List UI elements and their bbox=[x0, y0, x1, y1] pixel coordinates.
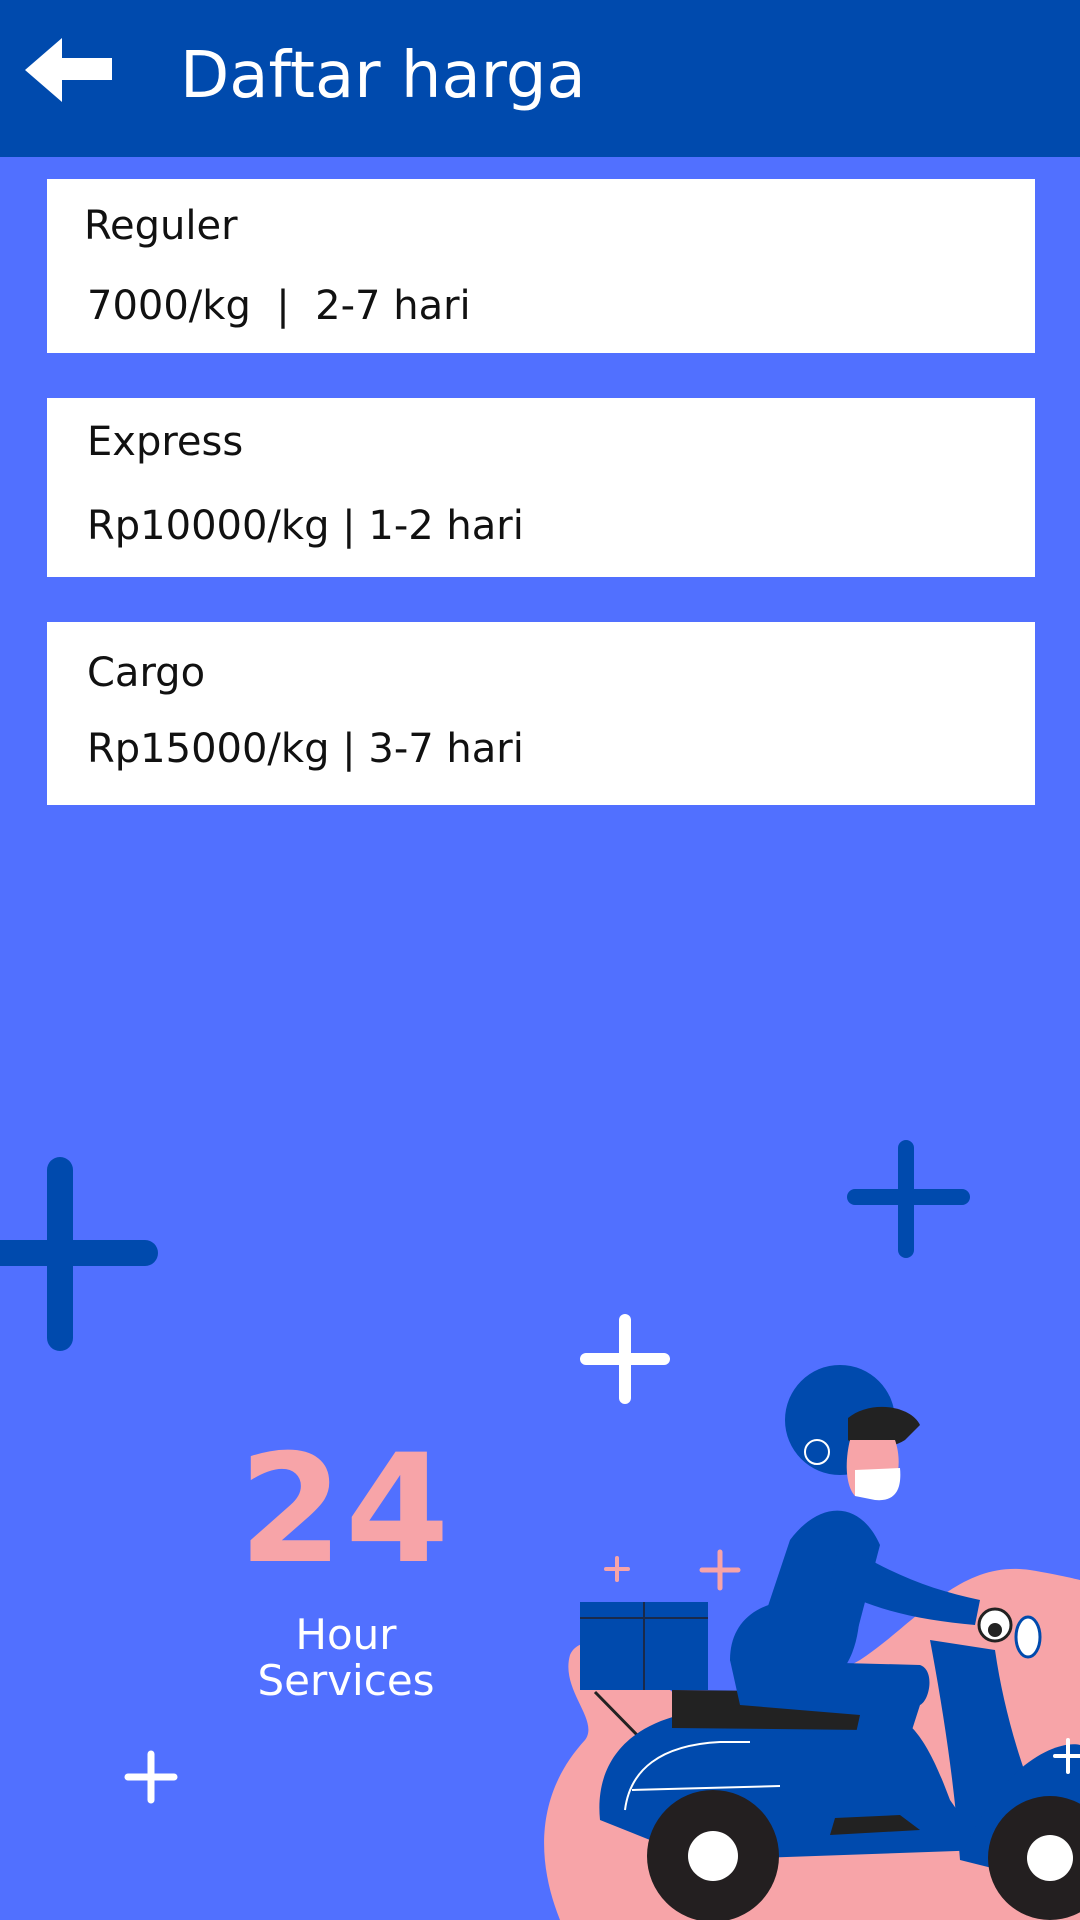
promo-line-services: Services bbox=[257, 1656, 435, 1705]
promo-number: 24 bbox=[238, 1423, 452, 1597]
plus-icon bbox=[0, 1140, 970, 1351]
delivery-illustration bbox=[0, 1140, 1080, 1920]
promo-line-hour: Hour bbox=[295, 1610, 397, 1659]
